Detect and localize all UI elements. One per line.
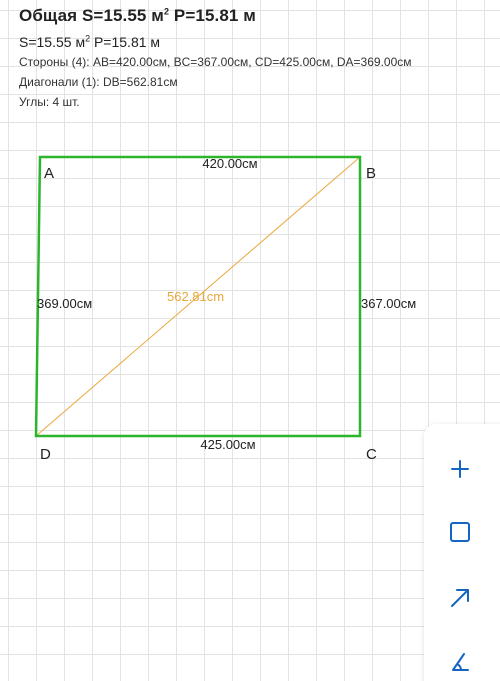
add-arrow-button[interactable]: [444, 582, 476, 614]
plus-icon: [451, 460, 469, 478]
side-bc-label: 367.00см: [361, 296, 416, 311]
vertex-a-label: A: [44, 165, 54, 182]
side-cd-label: 425.00см: [200, 437, 255, 452]
angle-icon: [452, 653, 469, 671]
vertex-b-label: B: [366, 165, 376, 182]
vertex-d-label: D: [40, 446, 51, 463]
add-angle-button[interactable]: [444, 646, 476, 678]
square-icon: [450, 522, 470, 542]
arrow-icon: [451, 589, 469, 607]
add-point-button[interactable]: [444, 453, 476, 485]
vertex-c-label: C: [366, 446, 377, 463]
side-ab-label: 420.00см: [202, 156, 257, 171]
tool-panel: [424, 424, 500, 681]
side-da-label: 369.00см: [37, 296, 92, 311]
add-room-button[interactable]: [444, 516, 476, 548]
diagonal-db-label: 562.81cm: [167, 289, 224, 304]
